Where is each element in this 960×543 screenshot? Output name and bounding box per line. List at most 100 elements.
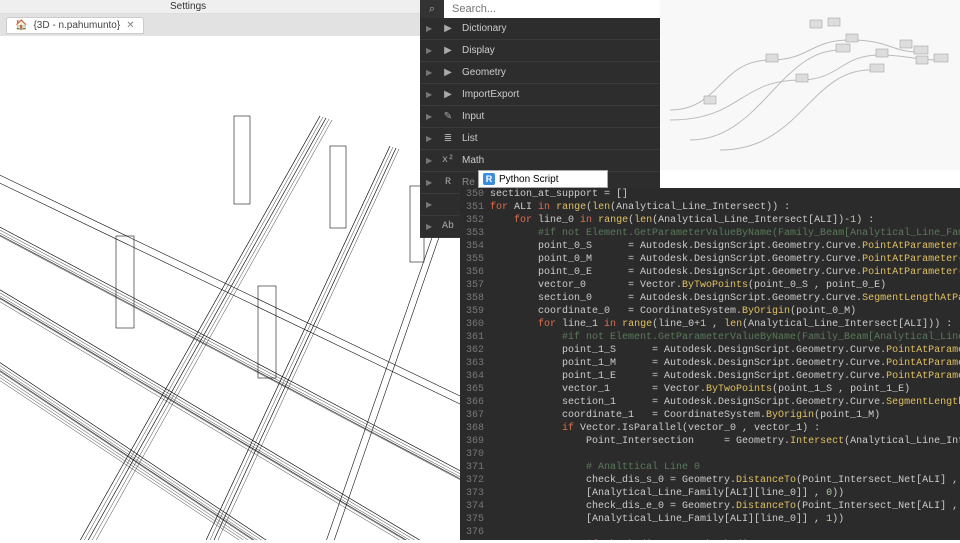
- chevron-right-icon: ▶: [426, 222, 434, 231]
- library-item[interactable]: ▶ ▶ ImportExport: [420, 84, 660, 106]
- code-line[interactable]: 362 point_1_S = Autodesk.DesignScript.Ge…: [460, 344, 960, 357]
- code-text: [490, 526, 586, 539]
- line-number: 363: [460, 357, 490, 370]
- menu-settings[interactable]: Settings: [170, 1, 206, 12]
- code-line[interactable]: 356 point_0_E = Autodesk.DesignScript.Ge…: [460, 266, 960, 279]
- library-item[interactable]: ▶▶Display: [420, 40, 660, 62]
- category-icon: ▶: [442, 67, 454, 79]
- category-icon: ≣: [442, 133, 454, 145]
- code-text: vector_0 = Vector.ByTwoPoints(point_0_S …: [490, 279, 886, 292]
- library-item[interactable]: ▶ ✎ Input: [420, 106, 660, 128]
- close-icon[interactable]: ✕: [126, 20, 134, 31]
- code-line[interactable]: 352 for line_0 in range(len(Analytical_L…: [460, 214, 960, 227]
- code-text: check_dis_e_0 = Geometry.DistanceTo(Poin…: [490, 500, 960, 513]
- code-text: point_1_E = Autodesk.DesignScript.Geomet…: [490, 370, 960, 383]
- library-item-label: Input: [462, 111, 484, 122]
- line-number: 369: [460, 435, 490, 448]
- category-icon: ▶: [442, 89, 454, 101]
- line-number: 351: [460, 201, 490, 214]
- category-icon: ✎: [442, 111, 454, 123]
- code-line[interactable]: 368 if Vector.IsParallel(vector_0 , vect…: [460, 422, 960, 435]
- chevron-right-icon: ▶: [426, 112, 434, 121]
- category-icon: ▶: [442, 23, 454, 35]
- code-text: # Analttical Line 0: [490, 461, 700, 474]
- code-line[interactable]: 371 # Analttical Line 0: [460, 461, 960, 474]
- code-title-label: Python Script: [499, 174, 558, 185]
- chevron-right-icon: ▶: [426, 24, 434, 33]
- code-text: section_at_support = []: [490, 188, 628, 201]
- library-item-label: ImportExport: [462, 89, 519, 100]
- code-line[interactable]: 375 [Analytical_Line_Family[ALI][line_0]…: [460, 513, 960, 526]
- view-tab[interactable]: 🏠 {3D - n.pahumunto} ✕: [6, 17, 144, 34]
- code-text: coordinate_0 = CoordinateSystem.ByOrigin…: [490, 305, 856, 318]
- code-line[interactable]: 351for ALI in range(len(Analytical_Line_…: [460, 201, 960, 214]
- code-text: [Analytical_Line_Family[ALI][line_0]] , …: [490, 513, 844, 526]
- code-line[interactable]: 374 check_dis_e_0 = Geometry.DistanceTo(…: [460, 500, 960, 513]
- code-line[interactable]: 369 Point_Intersection = Geometry.Inters…: [460, 435, 960, 448]
- code-text: point_0_M = Autodesk.DesignScript.Geomet…: [490, 253, 960, 266]
- search-icon: ⌕: [420, 0, 444, 18]
- code-line[interactable]: 355 point_0_M = Autodesk.DesignScript.Ge…: [460, 253, 960, 266]
- chevron-right-icon: ▶: [426, 90, 434, 99]
- library-item-label: Math: [462, 155, 484, 166]
- code-text: #if not Element.GetParameterValueByName(…: [490, 227, 960, 240]
- line-number: 364: [460, 370, 490, 383]
- code-text: [490, 448, 586, 461]
- line-number: 368: [460, 422, 490, 435]
- library-item[interactable]: ▶▶Dictionary: [420, 18, 660, 40]
- library-item-label: List: [462, 133, 478, 144]
- chevron-right-icon: ▶: [426, 134, 434, 143]
- code-line[interactable]: 370: [460, 448, 960, 461]
- line-number: 365: [460, 383, 490, 396]
- code-line[interactable]: 373 [Analytical_Line_Family[ALI][line_0]…: [460, 487, 960, 500]
- line-number: 372: [460, 474, 490, 487]
- line-number: 366: [460, 396, 490, 409]
- library-item[interactable]: ▶x²Math: [420, 150, 660, 172]
- line-number: 356: [460, 266, 490, 279]
- code-line[interactable]: 364 point_1_E = Autodesk.DesignScript.Ge…: [460, 370, 960, 383]
- line-number: 375: [460, 513, 490, 526]
- code-text: if Vector.IsParallel(vector_0 , vector_1…: [490, 422, 820, 435]
- code-line[interactable]: 361 #if not Element.GetParameterValueByN…: [460, 331, 960, 344]
- code-line[interactable]: 359 coordinate_0 = CoordinateSystem.ByOr…: [460, 305, 960, 318]
- code-window-title[interactable]: R Python Script: [478, 170, 608, 188]
- code-line[interactable]: 358 section_0 = Autodesk.DesignScript.Ge…: [460, 292, 960, 305]
- line-number: 359: [460, 305, 490, 318]
- code-line[interactable]: 360 for line_1 in range(line_0+1 , len(A…: [460, 318, 960, 331]
- code-line[interactable]: 367 coordinate_1 = CoordinateSystem.ByOr…: [460, 409, 960, 422]
- search-input[interactable]: [444, 3, 660, 15]
- code-text: check_dis_s_0 = Geometry.DistanceTo(Poin…: [490, 474, 960, 487]
- library-item-label: Display: [462, 45, 495, 56]
- code-text: [Analytical_Line_Family[ALI][line_0]] , …: [490, 487, 844, 500]
- code-line[interactable]: 365 vector_1 = Vector.ByTwoPoints(point_…: [460, 383, 960, 396]
- chevron-right-icon: ▶: [426, 68, 434, 77]
- library-item[interactable]: ▶ ≣ List: [420, 128, 660, 150]
- line-number: 371: [460, 461, 490, 474]
- code-text: Point_Intersection = Geometry.Intersect(…: [490, 435, 960, 448]
- category-icon: R: [442, 177, 454, 188]
- line-number: 353: [460, 227, 490, 240]
- code-line[interactable]: 376: [460, 526, 960, 539]
- code-line[interactable]: 363 point_1_M = Autodesk.DesignScript.Ge…: [460, 357, 960, 370]
- code-text: for ALI in range(len(Analytical_Line_Int…: [490, 201, 790, 214]
- line-number: 358: [460, 292, 490, 305]
- code-text: point_1_S = Autodesk.DesignScript.Geomet…: [490, 344, 960, 357]
- code-text: for line_0 in range(len(Analytical_Line_…: [490, 214, 874, 227]
- code-line[interactable]: 354 point_0_S = Autodesk.DesignScript.Ge…: [460, 240, 960, 253]
- code-text: vector_1 = Vector.ByTwoPoints(point_1_S …: [490, 383, 910, 396]
- line-number: 357: [460, 279, 490, 292]
- node-graph[interactable]: [660, 0, 960, 170]
- code-text: point_0_S = Autodesk.DesignScript.Geomet…: [490, 240, 960, 253]
- code-editor[interactable]: 350section_at_support = []351for ALI in …: [460, 188, 960, 540]
- code-line[interactable]: 357 vector_0 = Vector.ByTwoPoints(point_…: [460, 279, 960, 292]
- 3d-viewport[interactable]: [0, 36, 480, 540]
- line-number: 362: [460, 344, 490, 357]
- code-line[interactable]: 372 check_dis_s_0 = Geometry.DistanceTo(…: [460, 474, 960, 487]
- library-item[interactable]: ▶▶Geometry: [420, 62, 660, 84]
- code-line[interactable]: 366 section_1 = Autodesk.DesignScript.Ge…: [460, 396, 960, 409]
- line-number: 354: [460, 240, 490, 253]
- category-icon: ▶: [442, 45, 454, 57]
- code-line[interactable]: 350section_at_support = []: [460, 188, 960, 201]
- code-line[interactable]: 353 #if not Element.GetParameterValueByN…: [460, 227, 960, 240]
- code-text: coordinate_1 = CoordinateSystem.ByOrigin…: [490, 409, 880, 422]
